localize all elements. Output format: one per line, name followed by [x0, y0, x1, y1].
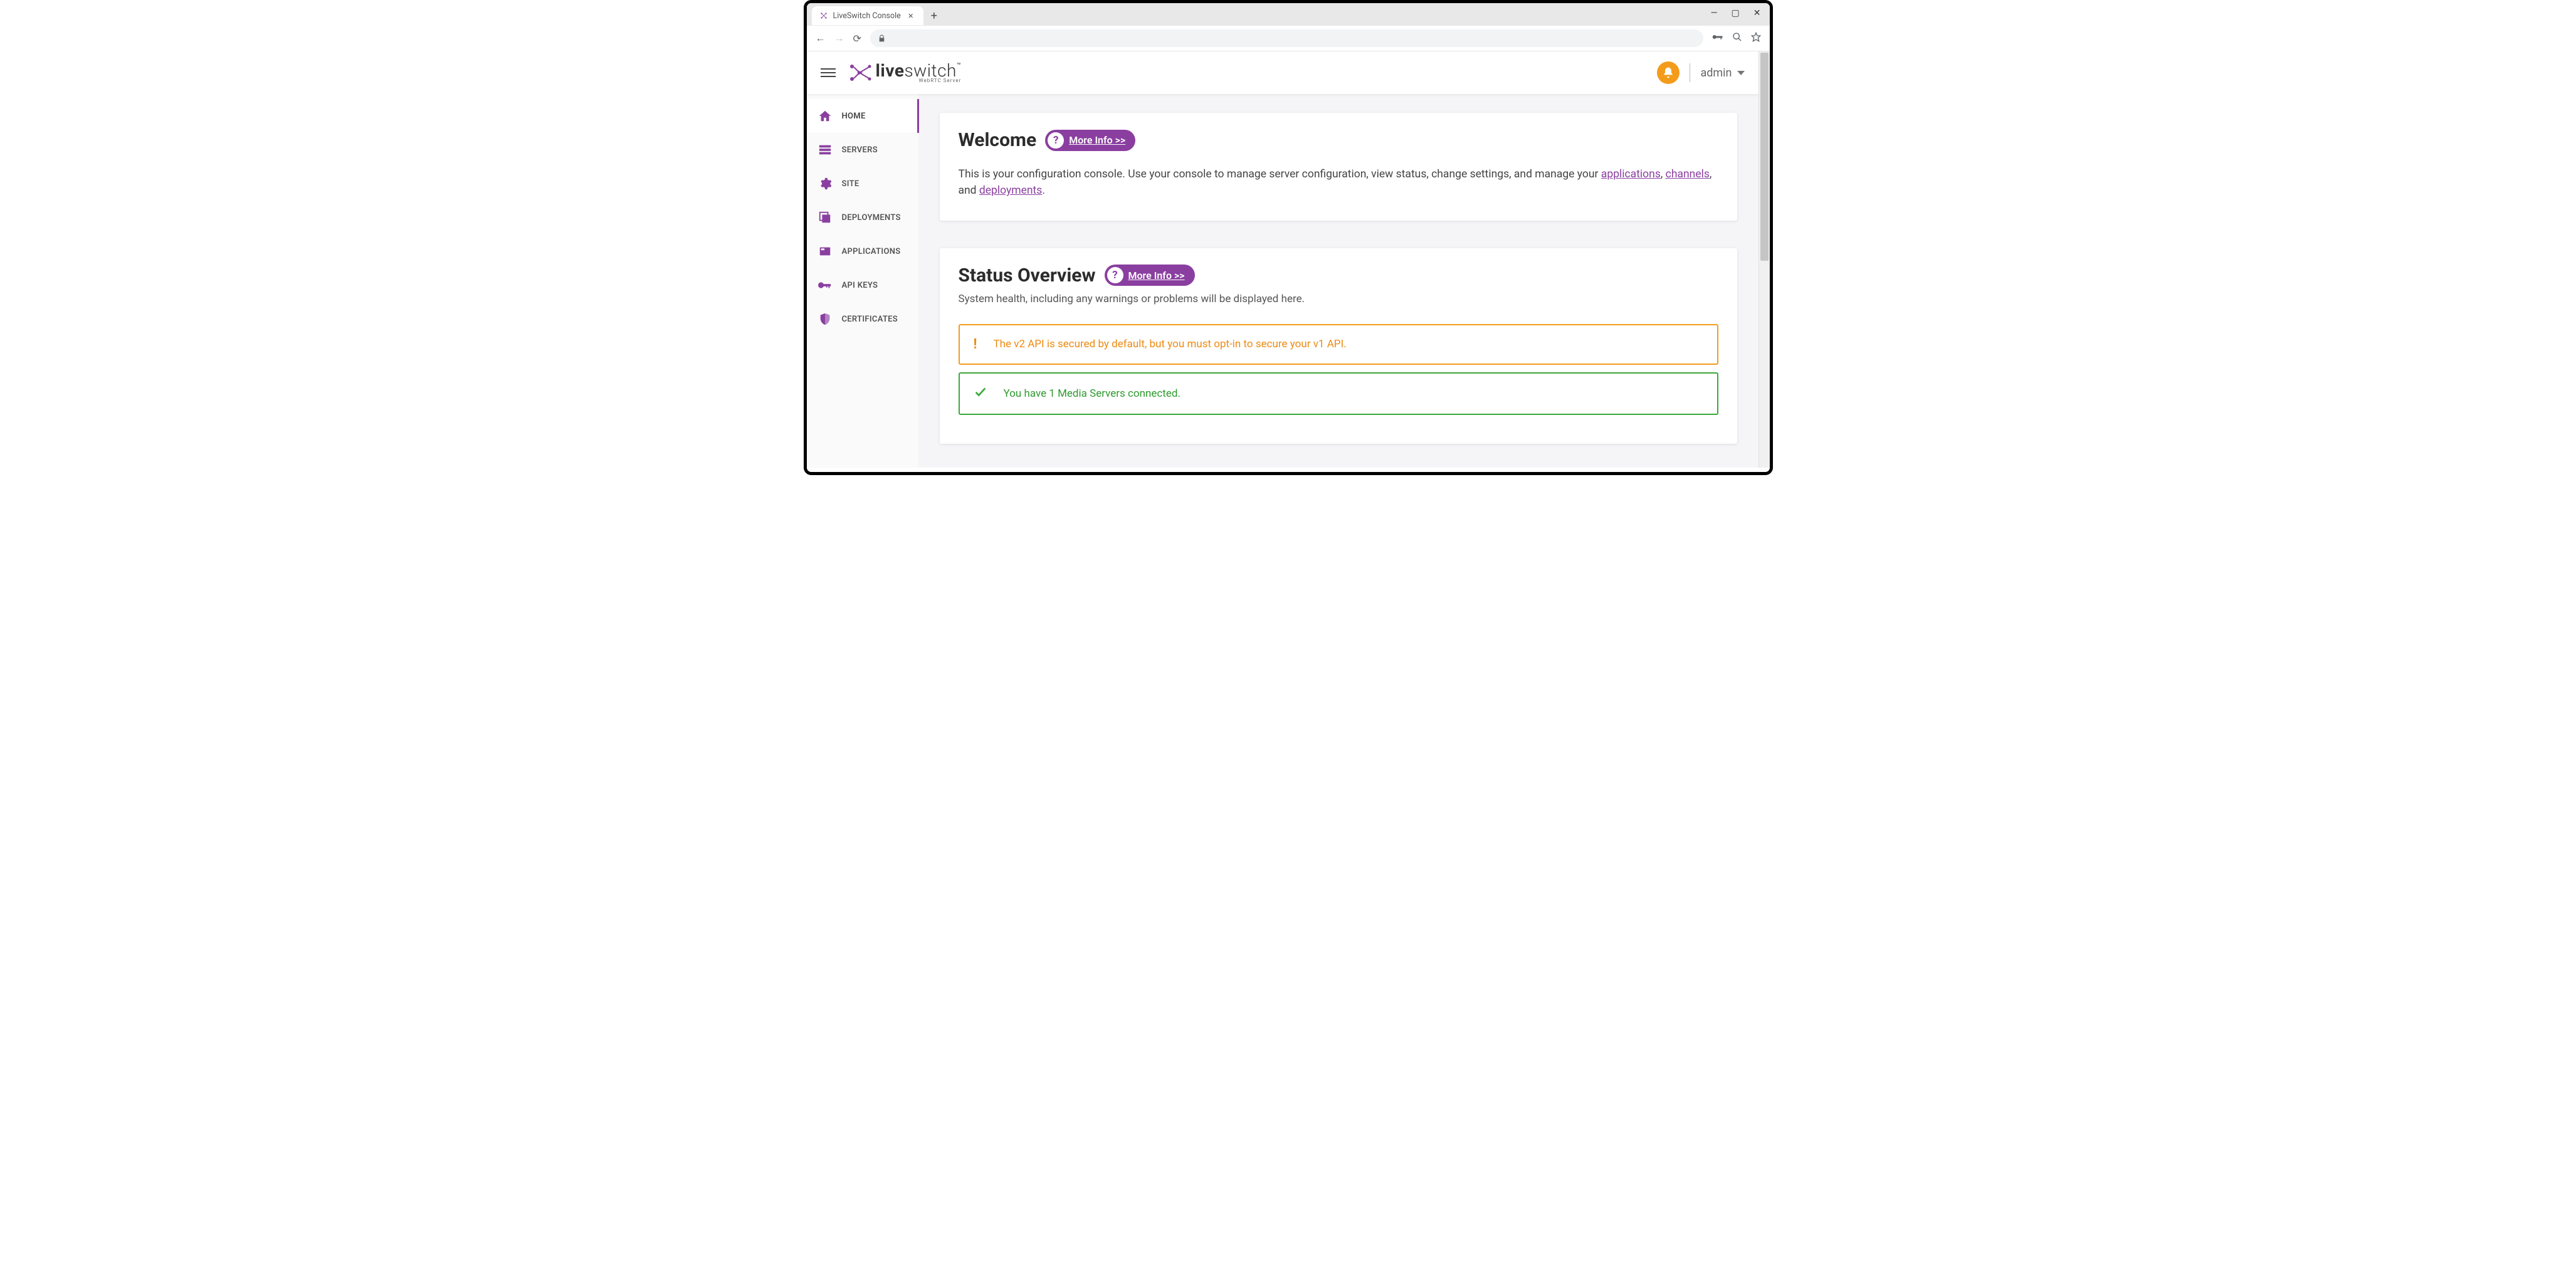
- window-maximize-icon[interactable]: ▢: [1732, 8, 1740, 18]
- app-header: liveswitch™ WebRTC Server admin: [807, 51, 1759, 94]
- sidebar-item-label: HOME: [842, 112, 866, 121]
- sidebar-item-certificates[interactable]: CERTIFICATES: [807, 302, 918, 336]
- welcome-card: Welcome ? More Info >> This is your conf…: [940, 113, 1737, 221]
- status-alert-ok: You have 1 Media Servers connected.: [959, 372, 1718, 415]
- url-field[interactable]: [870, 29, 1703, 47]
- new-tab-button[interactable]: +: [931, 9, 937, 23]
- zoom-icon[interactable]: [1732, 32, 1742, 45]
- scrollbar-thumb[interactable]: [1760, 53, 1769, 261]
- status-more-info-button[interactable]: ? More Info >>: [1105, 265, 1195, 286]
- alert-text: The v2 API is secured by default, but yo…: [993, 338, 1346, 350]
- status-description: System health, including any warnings or…: [959, 293, 1718, 305]
- user-label: admin: [1700, 66, 1732, 80]
- link-channels[interactable]: channels: [1666, 168, 1710, 181]
- browser-tab-bar: LiveSwitch Console × +: [807, 3, 1770, 26]
- browser-tab[interactable]: LiveSwitch Console ×: [812, 6, 923, 25]
- welcome-suffix: .: [1042, 184, 1045, 197]
- more-info-label: More Info >>: [1128, 270, 1185, 281]
- key-icon: [818, 278, 832, 292]
- sidebar-item-label: DEPLOYMENTS: [842, 213, 901, 223]
- sidebar-item-deployments[interactable]: DEPLOYMENTS: [807, 201, 918, 234]
- notifications-button[interactable]: [1657, 61, 1680, 84]
- logo[interactable]: liveswitch™ WebRTC Server: [848, 61, 962, 84]
- password-key-icon[interactable]: [1712, 32, 1723, 45]
- sidebar-item-label: SERVERS: [842, 145, 878, 155]
- tab-favicon-icon: [819, 11, 828, 20]
- bell-icon: [1662, 66, 1674, 79]
- browser-address-bar: ← → ⟳: [807, 26, 1770, 51]
- help-icon: ?: [1048, 132, 1064, 149]
- nav-back-icon[interactable]: ←: [816, 32, 826, 45]
- more-info-label: More Info >>: [1069, 134, 1125, 146]
- nav-reload-icon[interactable]: ⟳: [853, 33, 861, 45]
- status-alert-warning: ! The v2 API is secured by default, but …: [959, 324, 1718, 365]
- bookmark-star-icon[interactable]: [1751, 32, 1761, 45]
- servers-icon: [818, 143, 832, 157]
- tab-title: LiveSwitch Console: [833, 11, 901, 21]
- logo-mark-icon: [848, 61, 873, 84]
- shield-icon: [818, 312, 832, 326]
- welcome-text-prefix: This is your configuration console. Use …: [959, 168, 1601, 181]
- sidebar-item-home[interactable]: HOME: [807, 99, 918, 133]
- deployments-icon: [818, 211, 832, 224]
- link-applications[interactable]: applications: [1601, 168, 1661, 181]
- window-controls: — ▢ ✕: [1711, 8, 1761, 18]
- help-icon: ?: [1107, 267, 1123, 283]
- window-close-icon[interactable]: ✕: [1753, 8, 1761, 18]
- sidebar-item-applications[interactable]: APPLICATIONS: [807, 234, 918, 268]
- welcome-more-info-button[interactable]: ? More Info >>: [1045, 130, 1135, 151]
- main-content: Welcome ? More Info >> This is your conf…: [918, 94, 1759, 468]
- welcome-sep1: ,: [1661, 168, 1666, 181]
- sidebar-item-label: API KEYS: [842, 281, 878, 290]
- lock-icon: [878, 34, 886, 43]
- home-icon: [818, 109, 832, 123]
- sidebar-item-servers[interactable]: SERVERS: [807, 133, 918, 167]
- sidebar: HOME SERVERS SITE DEPLOYMENTS: [807, 94, 918, 468]
- link-deployments[interactable]: deployments: [979, 184, 1042, 197]
- sidebar-item-api-keys[interactable]: API KEYS: [807, 268, 918, 302]
- vertical-scrollbar[interactable]: [1759, 51, 1770, 468]
- warning-icon: !: [974, 337, 977, 352]
- hamburger-menu-icon[interactable]: [821, 66, 836, 80]
- sidebar-item-site[interactable]: SITE: [807, 167, 918, 201]
- tab-close-icon[interactable]: ×: [906, 10, 916, 21]
- alert-text: You have 1 Media Servers connected.: [1004, 387, 1180, 400]
- status-overview-card: Status Overview ? More Info >> System he…: [940, 248, 1737, 444]
- nav-forward-icon[interactable]: →: [834, 32, 844, 45]
- user-menu[interactable]: admin: [1700, 66, 1744, 80]
- welcome-title: Welcome: [959, 129, 1037, 151]
- status-title: Status Overview: [959, 265, 1096, 286]
- check-icon: [974, 385, 987, 402]
- chevron-down-icon: [1737, 71, 1745, 75]
- applications-icon: [818, 244, 832, 258]
- sidebar-item-label: CERTIFICATES: [842, 315, 898, 324]
- gear-icon: [818, 177, 832, 191]
- logo-text-bold: live: [876, 60, 905, 81]
- welcome-description: This is your configuration console. Use …: [959, 166, 1718, 199]
- window-minimize-icon[interactable]: —: [1711, 8, 1718, 18]
- sidebar-item-label: SITE: [842, 179, 860, 189]
- sidebar-item-label: APPLICATIONS: [842, 247, 901, 256]
- browser-chrome: LiveSwitch Console × + — ▢ ✕ ← → ⟳: [807, 3, 1770, 51]
